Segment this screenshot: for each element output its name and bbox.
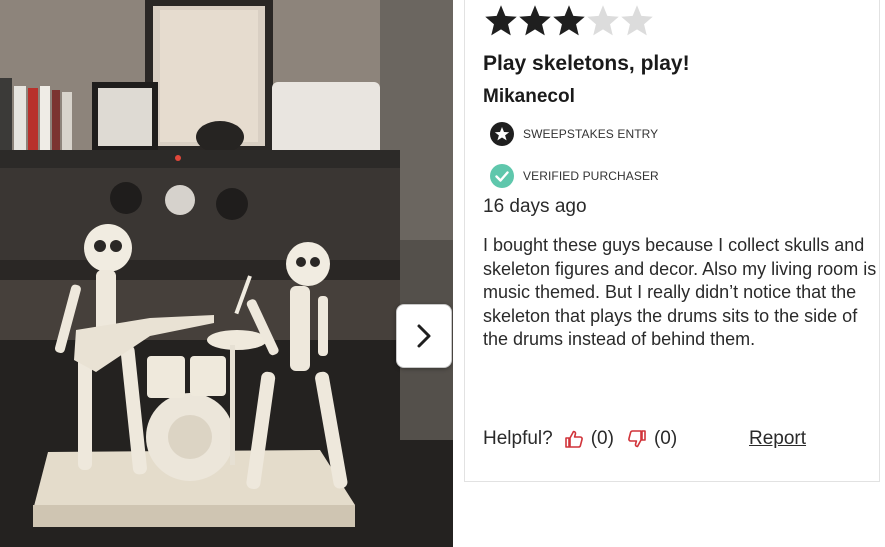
sweepstakes-label: SWEEPSTAKES ENTRY — [523, 127, 659, 141]
thumbs-up-icon[interactable] — [563, 428, 585, 450]
review-date: 16 days ago — [483, 196, 587, 217]
star-circle-icon — [490, 122, 514, 146]
star-filled-icon — [553, 5, 585, 36]
verified-purchaser-badge: VERIFIED PURCHASER — [489, 163, 659, 189]
check-circle-icon — [490, 164, 514, 188]
review-body: I bought these guys because I collect sk… — [483, 235, 877, 349]
helpful-down-count: (0) — [653, 428, 678, 449]
chevron-right-icon — [417, 324, 431, 348]
sweepstakes-badge: SWEEPSTAKES ENTRY — [489, 121, 658, 147]
verified-label: VERIFIED PURCHASER — [523, 169, 659, 183]
next-image-button[interactable] — [396, 304, 452, 368]
star-empty-icon — [587, 5, 619, 36]
star-filled-icon — [485, 5, 517, 36]
helpful-label: Helpful? — [483, 428, 553, 449]
thumbs-down-icon[interactable] — [626, 428, 648, 450]
product-photo — [0, 0, 453, 547]
review-title: Play skeletons, play! — [483, 52, 690, 75]
star-rating — [483, 3, 653, 39]
star-empty-icon — [621, 5, 653, 36]
star-filled-icon — [519, 5, 551, 36]
review-card: Play skeletons, play! Mikanecol SWEEPSTA… — [464, 0, 880, 482]
helpful-votes: Helpful? (0) (0) — [483, 428, 679, 450]
report-link[interactable]: Report — [749, 428, 806, 450]
skeleton-band-figurine-image — [0, 0, 453, 547]
helpful-up-count: (0) — [590, 428, 614, 449]
review-author: Mikanecol — [483, 86, 575, 107]
